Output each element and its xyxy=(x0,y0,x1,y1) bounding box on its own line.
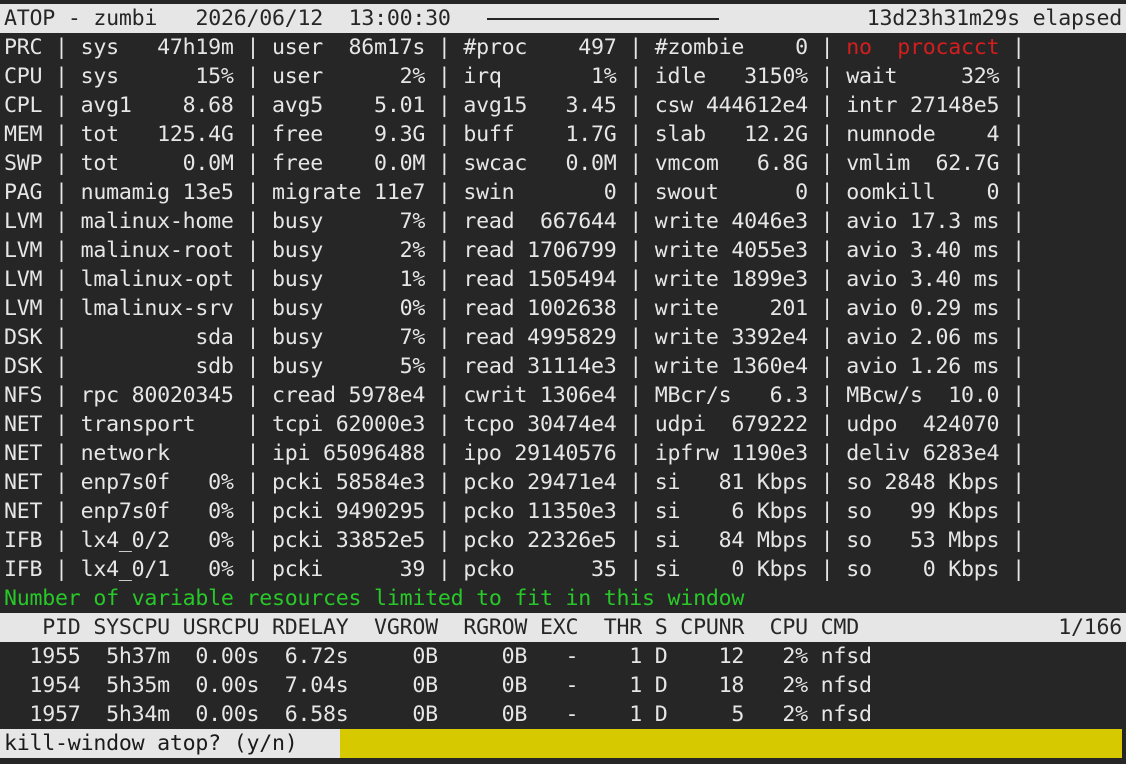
kill-window-prompt[interactable]: kill-window atop? (y/n) xyxy=(0,729,1122,758)
process-list-header: PID SYSCPU USRCPU RDELAY VGROW RGROW EXC… xyxy=(0,613,1126,642)
stat-line-cpl: CPL | avg1 8.68 | avg5 5.01 | avg15 3.45… xyxy=(4,93,1025,118)
stat-line-nfs: NFS | rpc 80020345 | cread 5978e4 | cwri… xyxy=(4,383,1025,408)
process-row[interactable]: 1957 5h34m 0.00s 6.58s 0B 0B - 1 D 5 2% … xyxy=(0,700,1126,729)
stat-line-lvm-home: LVM | malinux-home | busy 7% | read 6676… xyxy=(4,209,1025,234)
stat-line-net-transport: NET | transport | tcpi 62000e3 | tcpo 30… xyxy=(4,412,1025,437)
elapsed-time: 13d23h31m29s elapsed xyxy=(866,6,1122,31)
stat-line-net-iface-1: NET | enp7s0f 0% | pcki 58584e3 | pcko 2… xyxy=(4,470,1025,495)
stat-line-cpu: CPU | sys 15% | user 2% | irq 1% | idle … xyxy=(4,64,1025,89)
stat-line-pag: PAG | numamig 13e5 | migrate 11e7 | swin… xyxy=(4,180,1025,205)
stat-line-prc: PRC | sys 47h19m | user 86m17s | #proc 4… xyxy=(0,33,1126,62)
host-name: zumbi xyxy=(93,6,158,31)
terminal-window: ATOP - zumbi 2026/06/12 13:00:30 13d23h31… xyxy=(0,0,1126,764)
process-row[interactable]: 1955 5h37m 0.00s 6.72s 0B 0B - 1 D 12 2%… xyxy=(0,642,1126,671)
stat-line-ifb-2: IFB | lx4_0/1 0% | pcki 39 | pcko 35 | s… xyxy=(4,557,1025,582)
header-time: 13:00:30 xyxy=(348,6,451,31)
prompt-text: kill-window atop? (y/n) xyxy=(4,731,298,756)
page-indicator: 1/166 xyxy=(1058,615,1122,640)
stat-line-ifb-1: IFB | lx4_0/2 0% | pcki 33852e5 | pcko 2… xyxy=(4,528,1025,553)
stat-line-text: PRC | sys 47h19m | user 86m17s | #proc 4… xyxy=(4,35,847,60)
stat-line-mem: MEM | tot 125.4G | free 9.3G | buff 1.7G… xyxy=(4,122,1025,147)
stat-line-end: | xyxy=(999,35,1025,60)
program-name: ATOP xyxy=(4,6,56,31)
stat-line-dsk-sdb: DSK | sdb | busy 5% | read 31114e3 | wri… xyxy=(4,354,1025,379)
stat-line-net-iface-2: NET | enp7s0f 0% | pcki 9490295 | pcko 1… xyxy=(4,499,1025,524)
stat-line-lvm-root: LVM | malinux-root | busy 2% | read 1706… xyxy=(4,238,1025,263)
process-row[interactable]: 1954 5h35m 0.00s 7.04s 0B 0B - 1 D 18 2%… xyxy=(0,671,1126,700)
header-rule xyxy=(486,18,719,20)
process-columns: PID SYSCPU USRCPU RDELAY VGROW RGROW EXC… xyxy=(4,615,859,640)
stat-line-dsk-sda: DSK | sda | busy 7% | read 4995829 | wri… xyxy=(4,325,1025,350)
stat-line-lvm-srv: LVM | lmalinux-srv | busy 0% | read 1002… xyxy=(4,296,1025,321)
resource-limit-notice: Number of variable resources limited to … xyxy=(4,586,745,611)
stat-line-net-network: NET | network | ipi 65096488 | ipo 29140… xyxy=(4,441,1025,466)
header-date: 2026/06/12 xyxy=(195,6,324,31)
procacct-warning: no procacct xyxy=(846,35,1000,60)
stat-line-swp: SWP | tot 0.0M | free 0.0M | swcac 0.0M … xyxy=(4,151,1025,176)
header-separator: - xyxy=(67,6,81,31)
atop-header-bar: ATOP - zumbi 2026/06/12 13:00:30 13d23h31… xyxy=(0,4,1126,33)
stat-line-lvm-opt: LVM | lmalinux-opt | busy 1% | read 1505… xyxy=(4,267,1025,292)
